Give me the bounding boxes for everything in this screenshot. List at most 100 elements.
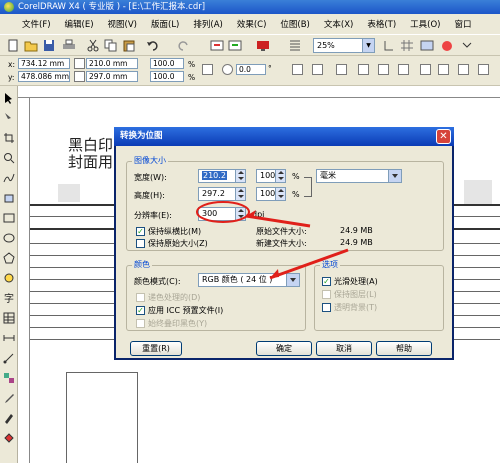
menu-file[interactable]: 文件(F)	[4, 18, 58, 30]
menu-edit[interactable]: 编辑(E)	[58, 18, 101, 30]
close-icon[interactable]: ✕	[436, 129, 451, 144]
resample-icon[interactable]	[398, 64, 409, 75]
height-spinbox[interactable]: 297.2	[198, 187, 246, 201]
break-apart-icon[interactable]	[478, 64, 489, 75]
options-icon[interactable]	[420, 39, 434, 52]
mirror-vertical-icon[interactable]	[312, 64, 323, 75]
save-icon[interactable]	[42, 39, 56, 52]
spin-arrows-icon[interactable]	[275, 170, 285, 182]
dialog-title-bar[interactable]: 转换为位图 ✕	[114, 127, 454, 146]
apply-icc-checkbox[interactable]: ✓	[136, 306, 145, 315]
blend-tool-icon[interactable]	[3, 372, 15, 384]
outline-tool-icon[interactable]	[3, 412, 15, 424]
color-icon[interactable]	[440, 39, 454, 52]
y-position-field[interactable]: 478.086 mm	[18, 71, 70, 82]
help-button[interactable]: 帮助	[376, 341, 432, 356]
welcome-screen-icon[interactable]	[288, 39, 302, 52]
application-launcher-icon[interactable]	[256, 39, 270, 52]
reset-button[interactable]: 重置(R)	[130, 341, 182, 356]
print-icon[interactable]	[62, 39, 76, 52]
crop-bitmap-icon[interactable]	[378, 64, 389, 75]
basic-shapes-tool-icon[interactable]	[3, 272, 15, 284]
keep-original-size-label[interactable]: 保持原始大小(Z)	[148, 238, 208, 249]
width-percent-spinbox[interactable]: 100	[256, 169, 286, 183]
vertical-ruler[interactable]	[18, 98, 30, 463]
import-icon[interactable]	[210, 39, 224, 52]
menu-arrange[interactable]: 排列(A)	[186, 18, 229, 30]
toolbar-overflow-icon[interactable]	[460, 39, 474, 52]
width-spinbox[interactable]: 210.2	[198, 169, 246, 183]
anti-aliasing-checkbox[interactable]: ✓	[322, 277, 331, 286]
keep-ratio-checkbox[interactable]: ✓	[136, 227, 145, 236]
eyedropper-tool-icon[interactable]	[3, 392, 15, 404]
cut-icon[interactable]	[86, 39, 100, 52]
menu-effects[interactable]: 效果(C)	[230, 18, 274, 30]
keep-layers-checkbox[interactable]	[322, 290, 331, 299]
height-field[interactable]: 297.0 mm	[86, 71, 138, 82]
combine-icon[interactable]	[458, 64, 469, 75]
paste-icon[interactable]	[122, 39, 136, 52]
lock-ratio-icon[interactable]	[202, 64, 213, 75]
keep-original-size-checkbox[interactable]	[136, 239, 145, 248]
ungroup-icon[interactable]	[438, 64, 449, 75]
align-icon[interactable]	[336, 64, 347, 75]
overprint-black-checkbox[interactable]	[136, 319, 145, 328]
redo-icon[interactable]	[176, 39, 190, 52]
zoom-level-select[interactable]: 25% ▼	[313, 38, 375, 53]
shape-tool-icon[interactable]	[3, 112, 15, 124]
menu-bitmaps[interactable]: 位图(B)	[273, 18, 316, 30]
zoom-tool-icon[interactable]	[3, 152, 15, 164]
rotation-field[interactable]: 0.0	[236, 64, 266, 75]
scale-x-field[interactable]: 100.0	[150, 58, 184, 69]
crop-tool-icon[interactable]	[3, 132, 15, 144]
spin-arrows-icon[interactable]	[235, 188, 245, 200]
table-tool-icon[interactable]	[3, 312, 15, 324]
undo-icon[interactable]	[146, 39, 160, 52]
menu-layout[interactable]: 版面(L)	[144, 18, 186, 30]
unit-select[interactable]: 毫米	[316, 169, 402, 183]
dither-checkbox[interactable]	[136, 293, 145, 302]
copy-icon[interactable]	[104, 39, 118, 52]
group-icon[interactable]	[420, 64, 431, 75]
apply-icc-label[interactable]: 应用 ICC 预置文件(I)	[148, 305, 223, 316]
keep-ratio-label[interactable]: 保持纵横比(M)	[148, 226, 201, 237]
pick-tool-icon[interactable]	[3, 92, 15, 104]
dimension-tool-icon[interactable]	[3, 332, 15, 344]
trace-bitmap-icon[interactable]	[358, 64, 369, 75]
color-mode-select[interactable]: RGB 颜色 ( 24 位 )	[198, 273, 300, 287]
snap-to-icon[interactable]	[382, 39, 396, 52]
anti-aliasing-label[interactable]: 光滑处理(A)	[334, 276, 378, 287]
scale-y-field[interactable]: 100.0	[150, 71, 184, 82]
next-page[interactable]	[66, 372, 138, 463]
ok-button[interactable]: 确定	[256, 341, 312, 356]
x-position-field[interactable]: 734.12 mm	[18, 58, 70, 69]
spin-arrows-icon[interactable]	[235, 208, 245, 220]
mirror-horizontal-icon[interactable]	[292, 64, 303, 75]
spin-arrows-icon[interactable]	[275, 188, 285, 200]
spin-arrows-icon[interactable]	[235, 170, 245, 182]
new-document-icon[interactable]	[6, 39, 20, 52]
menu-tools[interactable]: 工具(O)	[403, 18, 447, 30]
export-icon[interactable]	[228, 39, 242, 52]
menu-view[interactable]: 视图(V)	[101, 18, 144, 30]
open-folder-icon[interactable]	[24, 39, 38, 52]
horizontal-ruler[interactable]	[18, 86, 500, 98]
grid-icon[interactable]	[400, 39, 414, 52]
cancel-button[interactable]: 取消	[316, 341, 372, 356]
connector-tool-icon[interactable]	[3, 352, 15, 364]
freehand-tool-icon[interactable]	[3, 172, 15, 184]
text-tool-icon[interactable]: 字	[3, 292, 15, 305]
menu-window[interactable]: 窗口	[448, 18, 479, 30]
fill-tool-icon[interactable]	[3, 432, 15, 444]
rectangle-tool-icon[interactable]	[3, 212, 15, 224]
transparent-background-checkbox[interactable]	[322, 303, 331, 312]
smart-fill-tool-icon[interactable]	[3, 192, 15, 204]
height-percent-spinbox[interactable]: 100	[256, 187, 286, 201]
ellipse-tool-icon[interactable]	[3, 232, 15, 244]
menu-table[interactable]: 表格(T)	[360, 18, 403, 30]
transparent-background-label[interactable]: 透明背景(T)	[334, 302, 377, 313]
polygon-tool-icon[interactable]	[3, 252, 15, 264]
width-field[interactable]: 210.0 mm	[86, 58, 138, 69]
menu-text[interactable]: 文本(X)	[317, 18, 360, 30]
resolution-spinbox[interactable]: 300	[198, 207, 246, 221]
